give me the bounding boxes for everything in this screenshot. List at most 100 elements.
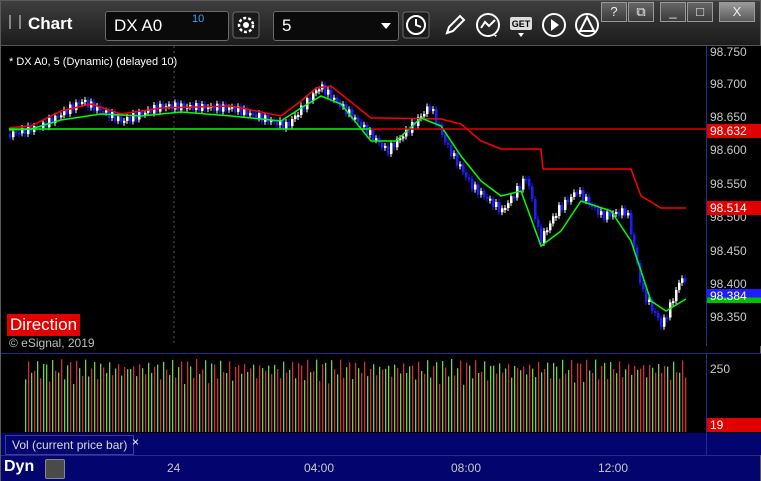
candle xyxy=(285,122,288,129)
volume-bar xyxy=(112,375,114,432)
symbol-input[interactable]: DX A0 10 xyxy=(105,11,229,41)
candle xyxy=(633,234,636,248)
lock-icon[interactable] xyxy=(45,459,65,479)
volume-bar xyxy=(229,361,231,432)
candle xyxy=(534,199,537,220)
volume-bar xyxy=(187,361,189,432)
symbol-value: DX A0 xyxy=(114,16,163,35)
volume-bar xyxy=(43,363,45,432)
volume-bar xyxy=(256,378,258,432)
volume-bar xyxy=(178,367,180,432)
volume-bars-group xyxy=(25,359,687,432)
volume-bar xyxy=(76,360,78,432)
maximize-button[interactable]: □ xyxy=(687,2,713,22)
price-tick: 98.700 xyxy=(710,77,747,91)
candle xyxy=(459,164,462,167)
volume-chart[interactable] xyxy=(1,353,706,434)
volume-bar xyxy=(580,363,582,432)
svg-text:GET: GET xyxy=(512,19,531,29)
volume-bar xyxy=(679,372,681,432)
volume-bar xyxy=(181,361,183,432)
volume-bar xyxy=(601,366,603,432)
time-axis[interactable]: 24 04:00 08:00 12:00 xyxy=(1,455,760,481)
help-button[interactable]: ? xyxy=(601,2,627,22)
close-button[interactable]: X xyxy=(719,2,755,22)
volume-bar xyxy=(502,372,504,432)
volume-bar xyxy=(454,375,456,432)
price-axis[interactable]: 98.750 98.700 98.650 98.600 98.550 98.50… xyxy=(706,45,761,346)
candle xyxy=(177,102,180,111)
volume-axis[interactable]: 250 19 xyxy=(706,353,761,434)
candles-group xyxy=(9,81,687,330)
volume-bar xyxy=(49,381,51,432)
volume-bar xyxy=(235,367,237,432)
volume-bar xyxy=(46,364,48,432)
volume-bar xyxy=(148,362,150,432)
volume-bar xyxy=(307,359,309,432)
candle xyxy=(267,115,270,123)
price-chart[interactable]: * DX A0, 5 (Dynamic) (delayed 10) Direct… xyxy=(1,46,706,350)
volume-bar xyxy=(223,371,225,432)
price-tick: 98.750 xyxy=(710,45,747,59)
candle xyxy=(657,312,660,319)
volume-bar xyxy=(151,372,153,432)
clock-icon[interactable] xyxy=(402,11,430,39)
candle xyxy=(366,124,369,135)
price-tick: 98.550 xyxy=(710,177,747,191)
volume-bar xyxy=(40,378,42,432)
dynamic-mode-label[interactable]: Dyn xyxy=(4,458,34,476)
volume-bar xyxy=(439,384,441,432)
volume-bar xyxy=(211,363,213,432)
close-icon[interactable]: × xyxy=(132,435,139,449)
candle xyxy=(12,131,15,138)
volume-bar xyxy=(445,367,447,432)
candle xyxy=(621,208,624,216)
volume-bar xyxy=(166,369,168,432)
candle xyxy=(486,197,489,200)
volume-bar xyxy=(268,365,270,432)
candle xyxy=(567,199,570,202)
volume-bar xyxy=(517,368,519,432)
candle xyxy=(585,196,588,201)
volume-bar xyxy=(28,361,30,432)
volume-study-label[interactable]: Vol (current price bar) xyxy=(5,435,135,455)
candle xyxy=(471,178,474,190)
volume-bar xyxy=(640,368,642,432)
candle xyxy=(333,97,336,100)
candle xyxy=(141,111,144,115)
volume-bar xyxy=(334,369,336,432)
candle xyxy=(582,190,585,201)
volume-last-tag: 19 xyxy=(707,418,761,432)
candle xyxy=(450,144,453,157)
gear-icon[interactable] xyxy=(232,11,260,39)
volume-bar xyxy=(199,374,201,432)
candle xyxy=(381,143,384,148)
candle xyxy=(363,124,366,127)
candle xyxy=(570,196,573,202)
play-icon[interactable] xyxy=(540,11,568,39)
title-bar[interactable]: Chart DX A0 10 5 GET ? ⧉ _ □ X xyxy=(1,1,760,46)
volume-bar xyxy=(511,377,513,432)
volume-bar xyxy=(253,364,255,432)
volume-bar xyxy=(505,368,507,432)
volume-bar xyxy=(520,370,522,432)
candle xyxy=(384,145,387,148)
candle xyxy=(495,202,498,207)
candle xyxy=(564,199,567,210)
volume-bar xyxy=(493,365,495,432)
candle xyxy=(501,208,504,213)
candle xyxy=(624,208,627,216)
restore-button[interactable]: ⧉ xyxy=(628,2,654,22)
pencil-icon[interactable] xyxy=(441,11,469,39)
get-icon[interactable]: GET xyxy=(507,11,535,39)
volume-bar xyxy=(367,376,369,432)
interval-select[interactable]: 5 xyxy=(273,11,399,41)
volume-bar xyxy=(283,361,285,432)
drag-grip-icon[interactable] xyxy=(9,15,21,29)
volume-bar xyxy=(487,380,489,432)
alert-icon[interactable] xyxy=(573,11,601,39)
minimize-button[interactable]: _ xyxy=(660,2,686,22)
volume-bar xyxy=(85,359,87,432)
line-tool-icon[interactable] xyxy=(474,11,502,39)
volume-bar xyxy=(124,366,126,432)
